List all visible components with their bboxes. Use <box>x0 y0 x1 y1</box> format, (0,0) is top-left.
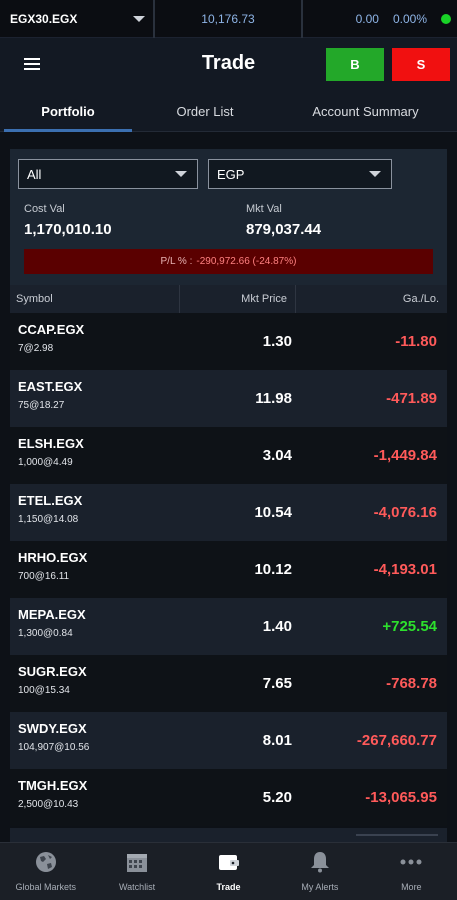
table-row[interactable]: SUGR.EGX 100@15.34 7.65 -768.78 <box>10 655 447 712</box>
row-quantity: 700@16.11 <box>18 571 70 582</box>
nav-trade[interactable]: Trade <box>183 843 274 900</box>
row-gain-loss: -1,449.84 <box>373 447 437 464</box>
row-quantity: 75@18.27 <box>18 400 65 411</box>
row-mkt-price: 10.54 <box>254 504 292 521</box>
bottom-navigation: Global Markets Watchlist Trade My Alerts… <box>0 842 457 900</box>
row-quantity: 1,000@4.49 <box>18 457 73 468</box>
row-symbol: ELSH.EGX <box>18 436 84 451</box>
app-header: Trade B S <box>0 38 457 90</box>
nav-label: My Alerts <box>301 882 339 892</box>
row-symbol: SUGR.EGX <box>18 664 87 679</box>
currency-select[interactable]: EGP <box>208 159 392 189</box>
ticker-bar: EGX30.EGX 10,176.73 0.00 0.00% <box>0 0 457 38</box>
scroll-indicator[interactable] <box>356 834 438 836</box>
market-value: 879,037.44 <box>246 221 322 238</box>
filter-select[interactable]: All <box>18 159 198 189</box>
row-gain-loss: -13,065.95 <box>365 789 437 806</box>
table-row[interactable]: EAST.EGX 75@18.27 11.98 -471.89 <box>10 370 447 427</box>
market-value-label: Mkt Val <box>246 203 282 215</box>
row-gain-loss: -4,076.16 <box>373 504 437 521</box>
row-symbol: MEPA.EGX <box>18 607 86 622</box>
ticker-change-group: 0.00 0.00% <box>303 12 457 26</box>
table-row[interactable]: HRHO.EGX 700@16.11 10.12 -4,193.01 <box>10 541 447 598</box>
column-header-mkt-price[interactable]: Mkt Price <box>180 285 296 313</box>
table-row[interactable]: MEPA.EGX 1,300@0.84 1.40 +725.54 <box>10 598 447 655</box>
nav-more[interactable]: More <box>366 843 457 900</box>
row-gain-loss: -471.89 <box>386 390 437 407</box>
row-gain-loss: -768.78 <box>386 675 437 692</box>
table-row[interactable]: CCAP.EGX 7@2.98 1.30 -11.80 <box>10 313 447 370</box>
globe-icon <box>33 849 59 875</box>
ticker-symbol-dropdown[interactable]: EGX30.EGX <box>0 0 155 38</box>
row-quantity: 100@15.34 <box>18 685 70 696</box>
column-header-symbol[interactable]: Symbol <box>10 285 180 313</box>
nav-label: More <box>401 882 422 892</box>
ticker-change: 0.00 <box>355 11 379 26</box>
row-gain-loss: -11.80 <box>395 333 437 350</box>
nav-global-markets[interactable]: Global Markets <box>0 843 91 900</box>
row-symbol: EAST.EGX <box>18 379 83 394</box>
ticker-symbol: EGX30.EGX <box>10 11 78 26</box>
sell-button[interactable]: S <box>392 48 450 81</box>
ticker-change-pct: 0.00% <box>392 11 427 26</box>
row-mkt-price: 5.20 <box>262 789 292 806</box>
table-header: Symbol Mkt Price Ga./Lo. <box>10 285 447 313</box>
currency-value: EGP <box>217 166 245 182</box>
holdings-list: CCAP.EGX 7@2.98 1.30 -11.80 EAST.EGX 75@18… <box>10 313 447 826</box>
chevron-down-icon <box>369 171 381 177</box>
nav-label: Watchlist <box>119 882 156 892</box>
tab-bar: Portfolio Order List Account Summary <box>0 90 457 132</box>
row-mkt-price: 11.98 <box>255 390 292 407</box>
tab-portfolio[interactable]: Portfolio <box>0 90 136 132</box>
nav-label: Trade <box>216 882 241 892</box>
row-gain-loss: -267,660.77 <box>356 732 437 749</box>
profit-loss-value: -290,972.66 (-24.87%) <box>196 256 297 267</box>
column-header-gain-loss[interactable]: Ga./Lo. <box>296 285 447 313</box>
cost-value: 1,170,010.10 <box>24 221 112 238</box>
row-symbol: SWDY.EGX <box>18 721 87 736</box>
row-symbol: CCAP.EGX <box>18 322 85 337</box>
row-quantity: 1,150@14.08 <box>18 514 79 525</box>
table-row[interactable]: SWDY.EGX 104,907@10.56 8.01 -267,660.77 <box>10 712 447 769</box>
row-mkt-price: 8.01 <box>262 732 292 749</box>
table-row[interactable]: ETEL.EGX 1,150@14.08 10.54 -4,076.16 <box>10 484 447 541</box>
cost-value-label: Cost Val <box>24 203 65 215</box>
chevron-down-icon <box>133 15 145 22</box>
portfolio-summary: All EGP Cost Val 1,170,010.10 Mkt Val 87… <box>10 149 447 285</box>
row-mkt-price: 7.65 <box>262 675 292 692</box>
chevron-down-icon <box>175 171 187 177</box>
row-symbol: ETEL.EGX <box>18 493 83 508</box>
ticker-price: 10,176.73 <box>155 0 303 38</box>
table-row[interactable]: TMGH.EGX 2,500@10.43 5.20 -13,065.95 <box>10 769 447 826</box>
nav-label: Global Markets <box>15 882 76 892</box>
table-row[interactable]: ELSH.EGX 1,000@4.49 3.04 -1,449.84 <box>10 427 447 484</box>
buy-button[interactable]: B <box>326 48 384 81</box>
wallet-icon <box>216 849 242 875</box>
row-mkt-price: 1.40 <box>262 618 292 635</box>
row-gain-loss: -4,193.01 <box>373 561 437 578</box>
row-mkt-price: 10.12 <box>254 561 292 578</box>
nav-my-alerts[interactable]: My Alerts <box>274 843 365 900</box>
bell-icon <box>307 849 333 875</box>
row-quantity: 104,907@10.56 <box>18 742 90 753</box>
market-status-icon <box>441 13 451 24</box>
row-mkt-price: 3.04 <box>262 447 292 464</box>
row-symbol: TMGH.EGX <box>18 778 88 793</box>
page-title: Trade <box>201 52 256 74</box>
nav-watchlist[interactable]: Watchlist <box>91 843 182 900</box>
row-quantity: 2,500@10.43 <box>18 799 79 810</box>
filter-value: All <box>27 166 42 182</box>
calendar-grid-icon <box>124 849 150 875</box>
tab-order-list[interactable]: Order List <box>136 90 274 132</box>
row-quantity: 7@2.98 <box>18 343 54 354</box>
row-mkt-price: 1.30 <box>262 333 292 350</box>
row-gain-loss: +725.54 <box>382 618 437 635</box>
profit-loss-label: P/L % : <box>160 256 193 267</box>
profit-loss-bar: P/L % : -290,972.66 (-24.87%) <box>24 249 433 274</box>
row-quantity: 1,300@0.84 <box>18 628 73 639</box>
tab-account-summary[interactable]: Account Summary <box>274 90 457 132</box>
more-dots-icon <box>398 849 424 875</box>
row-symbol: HRHO.EGX <box>18 550 88 565</box>
